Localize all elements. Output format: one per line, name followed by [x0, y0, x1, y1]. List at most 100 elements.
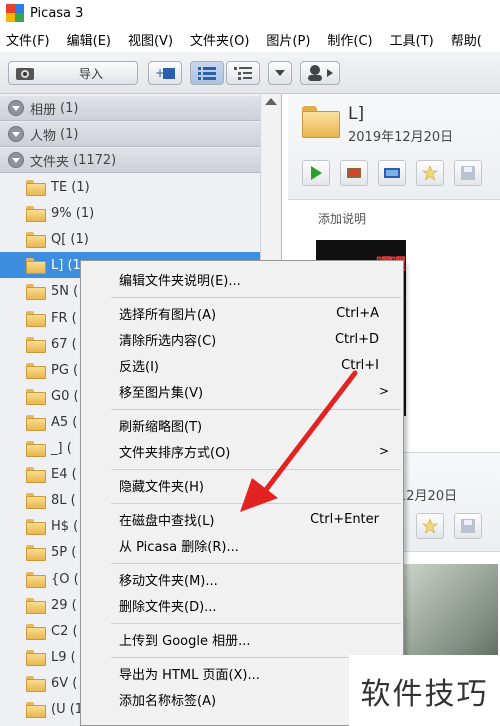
- folder-icon: [26, 676, 46, 692]
- menu-separator: [111, 297, 401, 298]
- menu-item-invert-selection[interactable]: 反选(I) Ctrl+I: [81, 353, 403, 377]
- collapse-icon[interactable]: [8, 100, 24, 116]
- section-count: (1): [60, 126, 79, 142]
- menu-item-hide-folder[interactable]: 隐藏文件夹(H): [81, 473, 403, 497]
- folder-icon: [26, 258, 46, 274]
- watermark: 软件技巧: [349, 655, 500, 726]
- menu-item-upload-google-photos[interactable]: 上传到 Google 相册...: [81, 627, 403, 651]
- menu-separator: [111, 503, 401, 504]
- save-icon: [461, 519, 475, 533]
- dropdown-button[interactable]: [268, 61, 292, 85]
- folder-icon: [302, 106, 340, 138]
- folder-label: L9 (: [51, 649, 76, 665]
- add-caption-link[interactable]: 添加说明: [318, 210, 366, 227]
- people-button[interactable]: [300, 61, 340, 85]
- section-folders[interactable]: 文件夹 (1172): [0, 148, 260, 173]
- menu-tools[interactable]: 工具(T): [390, 30, 434, 49]
- folder-icon: [26, 467, 46, 483]
- folder-label: 8L (: [51, 492, 76, 508]
- menu-item-clear-selection[interactable]: 清除所选内容(C) Ctrl+D: [81, 327, 403, 351]
- collapse-icon[interactable]: [8, 152, 24, 168]
- folder-label: TE (1): [51, 179, 90, 195]
- collapse-icon[interactable]: [8, 126, 24, 142]
- collage-icon: [347, 168, 361, 178]
- collage-button[interactable]: [340, 160, 368, 186]
- folder-icon: [26, 572, 46, 588]
- list-view-icon: [198, 67, 216, 80]
- folder-icon: [26, 311, 46, 327]
- movie-button[interactable]: [378, 160, 406, 186]
- menu-item-label: 反选(I): [119, 359, 159, 375]
- menu-item-label: 添加名称标签(A): [119, 693, 217, 709]
- folder-icon: [26, 284, 46, 300]
- menu-picture[interactable]: 图片(P): [266, 30, 310, 49]
- toolbar: 导入 +: [0, 52, 500, 94]
- menu-item-refresh-thumbnails[interactable]: 刷新缩略图(T): [81, 413, 403, 437]
- folder-icon: [26, 598, 46, 614]
- section-label: 人物: [30, 128, 57, 144]
- save-button-2[interactable]: [454, 513, 482, 539]
- menu-item-label: 移至图片集(V): [119, 385, 204, 401]
- list-view-button[interactable]: [190, 61, 224, 85]
- menu-shortcut: Ctrl+Enter: [310, 511, 379, 527]
- menu-create[interactable]: 制作(C): [327, 30, 372, 49]
- section-people[interactable]: 人物 (1): [0, 122, 260, 147]
- menu-item-label: 隐藏文件夹(H): [119, 479, 204, 495]
- slideshow-button[interactable]: [302, 160, 330, 186]
- menu-item-remove-from-picasa[interactable]: 从 Picasa 删除(R)...: [81, 533, 403, 557]
- folder-row[interactable]: Q[ (1): [0, 226, 260, 252]
- menu-item-label: 清除所选内容(C): [119, 333, 217, 349]
- submenu-arrow-icon: >: [378, 444, 389, 458]
- save-button[interactable]: [454, 160, 482, 186]
- menu-item-label: 在磁盘中查找(L): [119, 513, 215, 529]
- menu-help[interactable]: 帮助(: [451, 30, 482, 49]
- folder-icon: [26, 389, 46, 405]
- folder-label: 67 (: [51, 336, 77, 352]
- star-button-2[interactable]: [416, 513, 444, 539]
- folder-label: PG (: [51, 362, 79, 378]
- menu-separator: [111, 563, 401, 564]
- tree-view-button[interactable]: [226, 61, 260, 85]
- menu-edit[interactable]: 编辑(E): [67, 30, 111, 49]
- folder-label: 9% (1): [51, 205, 95, 221]
- star-button[interactable]: [416, 160, 444, 186]
- add-to-album-icon: +: [155, 66, 175, 80]
- menu-item-locate-on-disk[interactable]: 在磁盘中查找(L) Ctrl+Enter: [81, 507, 403, 531]
- folder-icon: [26, 415, 46, 431]
- menu-item-select-all[interactable]: 选择所有图片(A) Ctrl+A: [81, 301, 403, 325]
- menu-separator: [111, 623, 401, 624]
- menu-item-move-to-collection[interactable]: 移至图片集(V) >: [81, 379, 403, 403]
- album-name[interactable]: L]: [348, 104, 364, 124]
- menu-item-move-folder[interactable]: 移动文件夹(M)...: [81, 567, 403, 591]
- scroll-up-icon[interactable]: [265, 98, 277, 105]
- folder-label: E4 (: [51, 466, 77, 482]
- folder-icon: [26, 493, 46, 509]
- folder-row[interactable]: 9% (1): [0, 200, 260, 226]
- folder-label: 6V (: [51, 675, 78, 691]
- star-icon: [422, 165, 438, 181]
- menu-file[interactable]: 文件(F): [6, 30, 50, 49]
- menu-separator: [111, 409, 401, 410]
- folder-label: 5P (: [51, 544, 77, 560]
- menu-view[interactable]: 视图(V): [128, 30, 173, 49]
- album-date: 2019年12月20日: [348, 130, 454, 145]
- submenu-arrow-icon: >: [378, 384, 389, 398]
- folder-icon: [26, 206, 46, 222]
- add-to-album-button[interactable]: +: [148, 61, 182, 85]
- menu-item-edit-description[interactable]: 编辑文件夹说明(E)...: [81, 267, 403, 291]
- menu-item-sort-folders[interactable]: 文件夹排序方式(O) >: [81, 439, 403, 463]
- star-icon: [422, 518, 438, 534]
- folder-label: L] (1: [51, 257, 81, 273]
- import-label: 导入: [79, 66, 104, 81]
- menu-shortcut: Ctrl+D: [334, 331, 379, 347]
- section-albums[interactable]: 相册 (1): [0, 96, 260, 121]
- menu-item-delete-folder[interactable]: 删除文件夹(D)...: [81, 593, 403, 617]
- menu-item-label: 从 Picasa 删除(R)...: [119, 539, 239, 555]
- folder-icon: [26, 702, 46, 718]
- movie-icon: [384, 168, 400, 178]
- folder-row[interactable]: TE (1): [0, 174, 260, 200]
- menu-separator: [111, 469, 401, 470]
- import-button[interactable]: 导入: [8, 61, 138, 85]
- menu-folder[interactable]: 文件夹(O): [190, 30, 249, 49]
- folder-icon: [26, 232, 46, 248]
